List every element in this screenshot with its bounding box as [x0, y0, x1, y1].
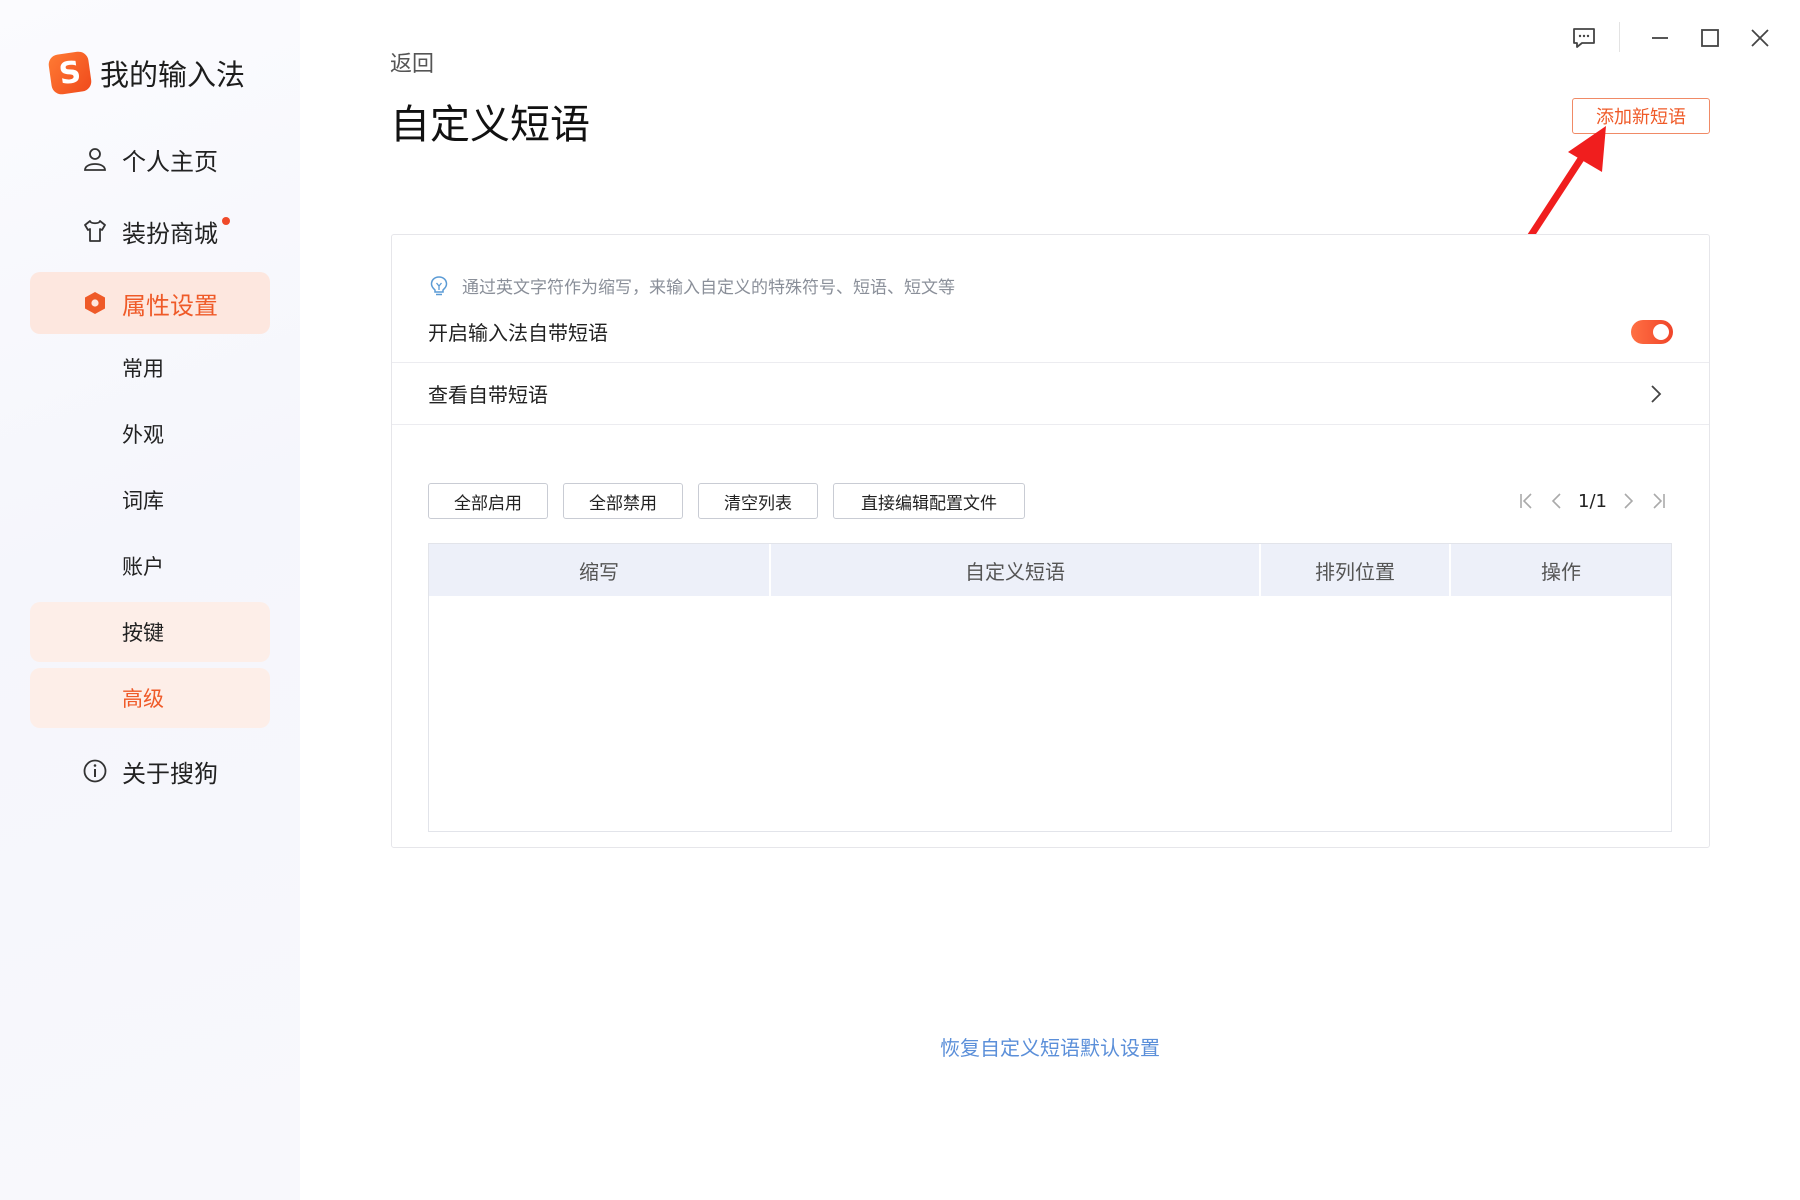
sidebar-subitem-label: 词库	[122, 489, 164, 513]
pagination: 1/1	[1512, 487, 1673, 515]
sidebar-subitem-label: 高级	[122, 687, 164, 711]
column-header-phrase[interactable]: 自定义短语	[771, 544, 1261, 596]
restore-defaults-container: 恢复自定义短语默认设置	[0, 1032, 1800, 1061]
next-page-icon[interactable]	[1619, 492, 1637, 510]
first-page-icon[interactable]	[1518, 492, 1536, 510]
sidebar-item-label: 关于搜狗	[122, 759, 218, 788]
new-badge-dot	[222, 217, 230, 225]
page-title: 自定义短语	[390, 102, 590, 148]
minimize-button[interactable]	[1642, 22, 1678, 54]
sidebar-subitem-account[interactable]: 账户	[30, 536, 270, 596]
sidebar-subitem-keys[interactable]: 按键	[30, 602, 270, 662]
sidebar-subitem-common[interactable]: 常用	[30, 338, 270, 398]
sidebar-item-store[interactable]: 装扮商城	[30, 200, 270, 262]
enable-all-button[interactable]: 全部启用	[428, 483, 548, 519]
controls-divider	[1619, 22, 1620, 52]
table-header: 缩写 自定义短语 排列位置 操作	[429, 544, 1671, 596]
prev-page-icon[interactable]	[1548, 492, 1566, 510]
maximize-button[interactable]	[1692, 22, 1728, 54]
shirt-icon	[84, 220, 106, 242]
person-icon	[84, 148, 106, 171]
back-link[interactable]: 返回	[390, 46, 434, 78]
sidebar-item-settings[interactable]: 属性设置	[30, 272, 270, 334]
sogou-logo-icon: S	[47, 50, 93, 96]
page-indicator: 1/1	[1578, 490, 1607, 512]
phrase-settings-card: 通过英文字符作为缩写，来输入自定义的特殊符号、短语、短文等 开启输入法自带短语 …	[391, 234, 1710, 848]
info-icon	[83, 759, 107, 783]
tip-line: 通过英文字符作为缩写，来输入自定义的特殊符号、短语、短文等	[428, 273, 955, 298]
close-button[interactable]	[1742, 22, 1778, 54]
view-builtin-phrases-row[interactable]: 查看自带短语	[392, 363, 1709, 425]
sidebar-item-about[interactable]: 关于搜狗	[30, 740, 270, 802]
sidebar-subitem-advanced[interactable]: 高级	[30, 668, 270, 728]
feedback-button[interactable]	[1566, 22, 1602, 54]
sidebar: S 我的输入法 个人主页 装扮商城 属性设置 常用 外观 词库 账户 按键 高级…	[0, 0, 300, 1200]
close-icon	[1751, 29, 1769, 47]
sidebar-item-label: 属性设置	[122, 291, 218, 320]
chevron-right-icon	[1651, 384, 1662, 403]
sidebar-subitem-label: 按键	[122, 621, 164, 645]
minimize-icon	[1652, 37, 1668, 39]
feedback-icon	[1573, 28, 1595, 48]
enable-builtin-phrases-row: 开启输入法自带短语	[392, 301, 1709, 363]
edit-config-file-button[interactable]: 直接编辑配置文件	[833, 483, 1025, 519]
clear-list-button[interactable]: 清空列表	[698, 483, 818, 519]
lightbulb-icon	[430, 275, 448, 295]
sidebar-item-profile[interactable]: 个人主页	[30, 128, 270, 190]
phrase-table: 缩写 自定义短语 排列位置 操作	[428, 543, 1672, 832]
brand-name: 我的输入法	[100, 58, 246, 92]
hexagon-settings-icon	[85, 292, 105, 314]
disable-all-button[interactable]: 全部禁用	[563, 483, 683, 519]
view-builtin-phrases-label: 查看自带短语	[428, 383, 548, 407]
restore-defaults-link[interactable]: 恢复自定义短语默认设置	[940, 1032, 1160, 1061]
column-header-position[interactable]: 排列位置	[1261, 544, 1451, 596]
last-page-icon[interactable]	[1649, 492, 1667, 510]
sidebar-subitem-label: 外观	[122, 423, 164, 447]
sidebar-subitem-appearance[interactable]: 外观	[30, 404, 270, 464]
column-header-abbreviation[interactable]: 缩写	[429, 544, 771, 596]
sidebar-subitem-dictionary[interactable]: 词库	[30, 470, 270, 530]
sidebar-subitem-label: 账户	[122, 555, 164, 579]
maximize-icon	[1701, 29, 1719, 47]
sidebar-item-label: 装扮商城	[122, 219, 218, 248]
enable-builtin-phrases-label: 开启输入法自带短语	[428, 321, 608, 345]
sidebar-subitem-label: 常用	[122, 357, 164, 381]
sidebar-item-label: 个人主页	[122, 147, 218, 176]
brand: S 我的输入法	[47, 50, 246, 96]
tip-text: 通过英文字符作为缩写，来输入自定义的特殊符号、短语、短文等	[462, 278, 955, 298]
column-header-actions: 操作	[1541, 559, 1581, 584]
enable-builtin-phrases-toggle[interactable]	[1631, 319, 1673, 344]
